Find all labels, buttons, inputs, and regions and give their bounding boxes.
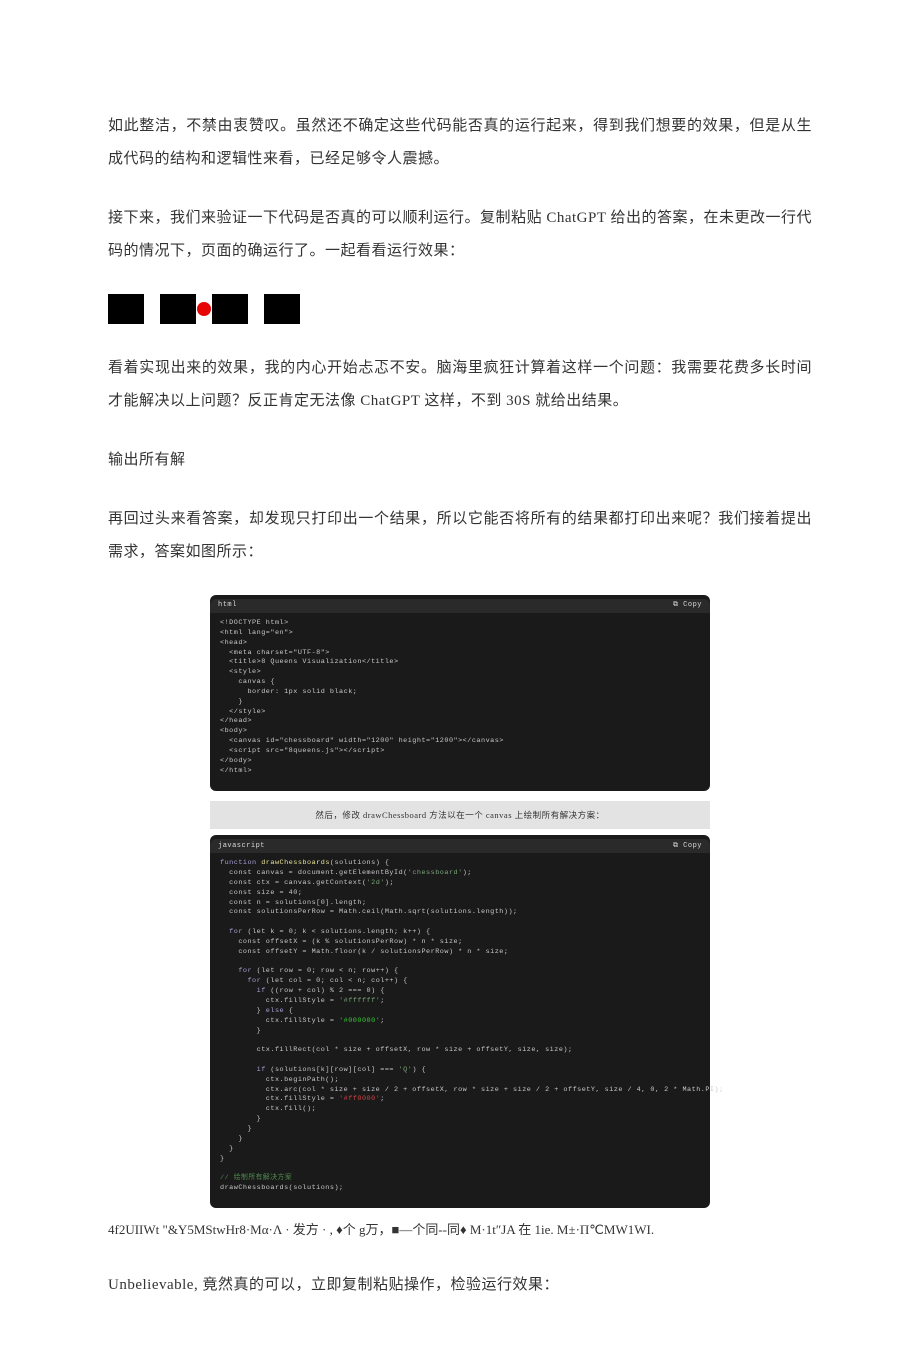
board-cell: [196, 294, 212, 324]
paragraph-4: 再回过头来看答案，却发现只打印出一个结果，所以它能否将所有的结果都打印出来呢？我…: [108, 503, 812, 569]
paragraph-1: 如此整洁，不禁由衷赞叹。虽然还不确定这些代码能否真的运行起来，得到我们想要的效果…: [108, 110, 812, 176]
chessboard-result-figure: [108, 294, 812, 324]
code-block-header: javascript ⧉ Copy: [210, 839, 710, 853]
code-block-1: html ⧉ Copy <!DOCTYPE html> <html lang="…: [210, 595, 710, 791]
board-cell: [144, 294, 160, 324]
instruction-bar: 然后，修改 drawChessboard 方法以在一个 canvas 上绘制所有…: [210, 801, 710, 830]
board-cell: [248, 294, 264, 324]
queen-marker-icon: [197, 302, 211, 316]
copy-code-button[interactable]: ⧉ Copy: [673, 598, 702, 613]
copy-code-button[interactable]: ⧉ Copy: [673, 839, 702, 854]
chessboard-demo: [108, 294, 368, 324]
board-cell: [264, 294, 300, 324]
code-figure-html: html ⧉ Copy <!DOCTYPE html> <html lang="…: [210, 595, 710, 791]
paragraph-2: 接下来，我们来验证一下代码是否真的可以顺利运行。复制粘贴 ChatGPT 给出的…: [108, 202, 812, 268]
code-lines-2: function drawChessboards(solutions) { co…: [210, 853, 710, 1200]
code-language-label: html: [218, 598, 237, 613]
code-lines-1: <!DOCTYPE html> <html lang="en"> <head> …: [210, 613, 710, 783]
board-cell: [108, 294, 144, 324]
section-heading-all-solutions: 输出所有解: [108, 444, 812, 477]
ocr-garbled-line: 4f2UIIWt "&Y5MStwHr8·Mα·Λ · 发方 · , ♦个 g万…: [108, 1218, 812, 1241]
board-cell: [160, 294, 196, 324]
paragraph-5: Unbelievable, 竟然真的可以，立即复制粘贴操作，检验运行效果：: [108, 1269, 812, 1302]
code-block-header: html ⧉ Copy: [210, 599, 710, 613]
paragraph-3: 看着实现出来的效果，我的内心开始忐忑不安。脑海里疯狂计算着这样一个问题：我需要花…: [108, 352, 812, 418]
board-cell: [212, 294, 248, 324]
board-cell: [300, 294, 334, 324]
code-language-label: javascript: [218, 839, 265, 854]
code-figure-js: javascript ⧉ Copy function drawChessboar…: [210, 835, 710, 1208]
code-block-2: javascript ⧉ Copy function drawChessboar…: [210, 835, 710, 1208]
